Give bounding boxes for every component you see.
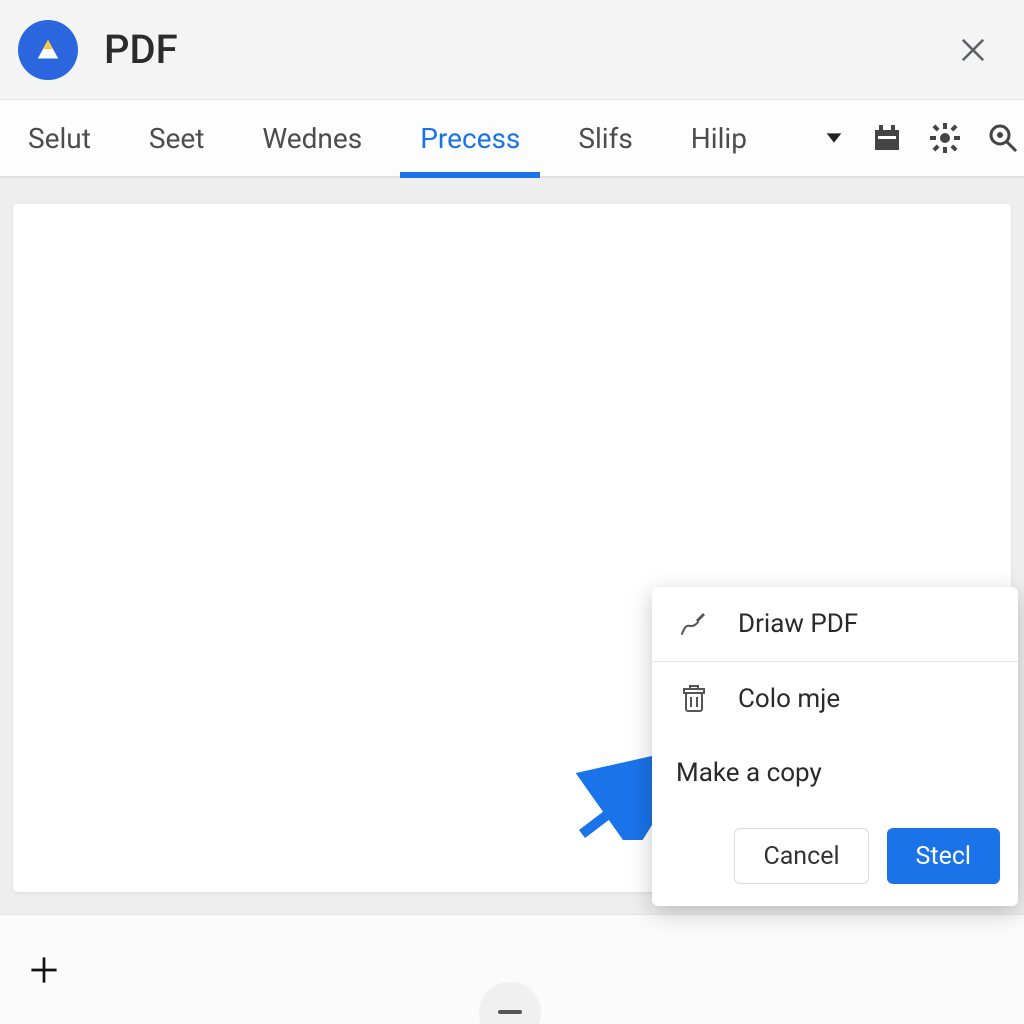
cancel-button[interactable]: Cancel — [734, 828, 868, 884]
tab-slifs[interactable]: Slifs — [570, 100, 640, 176]
close-button[interactable] — [950, 27, 996, 73]
menu-item-label: Make a copy — [676, 758, 822, 788]
menu-item-make-a-copy[interactable]: Make a copy — [652, 736, 1018, 810]
tab-bar: Selut Seet Wednes Precess Slifs Hilip — [0, 100, 1024, 178]
title-bar: PDF — [0, 0, 1024, 100]
menu-item-label: Driaw PDF — [738, 609, 858, 639]
tab-seet[interactable]: Seet — [141, 100, 212, 176]
tab-wednes[interactable]: Wednes — [254, 100, 370, 176]
context-menu-popup: Driaw PDF Colo mje Make a copy Cancel St… — [652, 587, 1018, 906]
window-title: PDF — [104, 26, 178, 73]
main-stage: Driaw PDF Colo mje Make a copy Cancel St… — [0, 178, 1024, 914]
tab-hilip[interactable]: Hilip — [683, 100, 755, 176]
add-button[interactable] — [22, 948, 66, 992]
app-window: PDF Selut Seet Wednes Precess Slifs Hili… — [0, 0, 1024, 1024]
settings-gear-icon[interactable] — [929, 116, 961, 160]
calendar-icon[interactable] — [871, 116, 903, 160]
confirm-button[interactable]: Stecl — [887, 828, 1000, 884]
menu-item-colo-mje[interactable]: Colo mje — [652, 662, 1018, 736]
draw-icon — [672, 602, 716, 646]
app-logo-icon — [18, 20, 78, 80]
more-tabs-dropdown[interactable] — [823, 116, 845, 160]
tab-precess[interactable]: Precess — [412, 100, 528, 176]
search-icon[interactable] — [987, 116, 1019, 160]
menu-item-draw-pdf[interactable]: Driaw PDF — [652, 587, 1018, 661]
menu-item-label: Colo mje — [738, 684, 840, 714]
minus-icon — [498, 1010, 522, 1014]
tab-selut[interactable]: Selut — [20, 100, 99, 176]
trash-icon — [672, 677, 716, 721]
popup-actions: Cancel Stecl — [652, 810, 1018, 906]
